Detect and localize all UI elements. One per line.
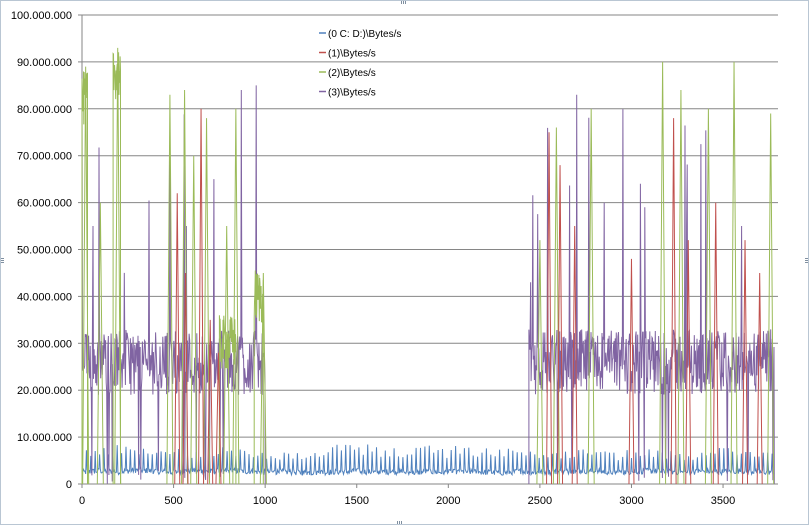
chart-frame[interactable]: 0 10.000.000 20.000.000 30.000.000 40.000.00…	[0, 0, 809, 525]
legend-label-1: (1)\Bytes/s	[328, 49, 376, 60]
legend-label-0: (0 C: D:)\Bytes/s	[328, 29, 401, 40]
series-2-spike	[767, 113, 775, 485]
series-1-spike	[557, 165, 564, 485]
legend-label-2: (2)\Bytes/s	[328, 68, 376, 79]
y-tick-label: 100.000.000	[11, 10, 72, 22]
line-chart: 0 10.000.000 20.000.000 30.000.000 40.000.00…	[11, 10, 778, 507]
series-lines	[81, 47, 775, 485]
resize-handle-top[interactable]	[401, 1, 407, 4]
series-2-spike	[114, 47, 122, 485]
y-tick-label: 20.000.000	[17, 385, 72, 397]
series-2-spike	[190, 155, 198, 485]
y-tick-label: 10.000.000	[17, 432, 72, 444]
x-tick-label: 0	[79, 495, 85, 507]
series-1-spike	[174, 193, 181, 485]
series-2-spike	[677, 90, 685, 485]
x-tick-label: 3000	[619, 495, 643, 507]
series-2-spike	[730, 61, 738, 485]
series-1-spike	[670, 118, 677, 485]
x-tick-label: 500	[164, 495, 182, 507]
y-tick-label: 0	[66, 479, 72, 491]
resize-handle-left[interactable]	[1, 257, 4, 263]
y-tick-label: 50.000.000	[17, 245, 72, 257]
x-tick-label: 1500	[344, 495, 368, 507]
y-tick-label: 90.000.000	[17, 57, 72, 69]
resize-handle-right[interactable]	[805, 257, 808, 263]
y-tick-label: 40.000.000	[17, 291, 72, 303]
x-tick-label: 3500	[711, 495, 735, 507]
series-line-0	[81, 444, 775, 477]
resize-handle-bottom[interactable]	[397, 521, 403, 524]
y-tick-label: 70.000.000	[17, 151, 72, 163]
series-1-spike	[756, 272, 763, 485]
x-tick-label: 2000	[436, 495, 460, 507]
y-tick-label: 60.000.000	[17, 198, 72, 210]
x-tick-label: 1000	[253, 495, 277, 507]
x-tick-label: 2500	[528, 495, 552, 507]
y-tick-label: 30.000.000	[17, 338, 72, 350]
legend-label-3: (3)\Bytes/s	[328, 88, 376, 99]
series-line-3	[528, 94, 775, 485]
legend: (0 C: D:)\Bytes/s (1)\Bytes/s (2)\Bytes/s (…	[319, 29, 401, 99]
y-tick-label: 80.000.000	[17, 104, 72, 116]
